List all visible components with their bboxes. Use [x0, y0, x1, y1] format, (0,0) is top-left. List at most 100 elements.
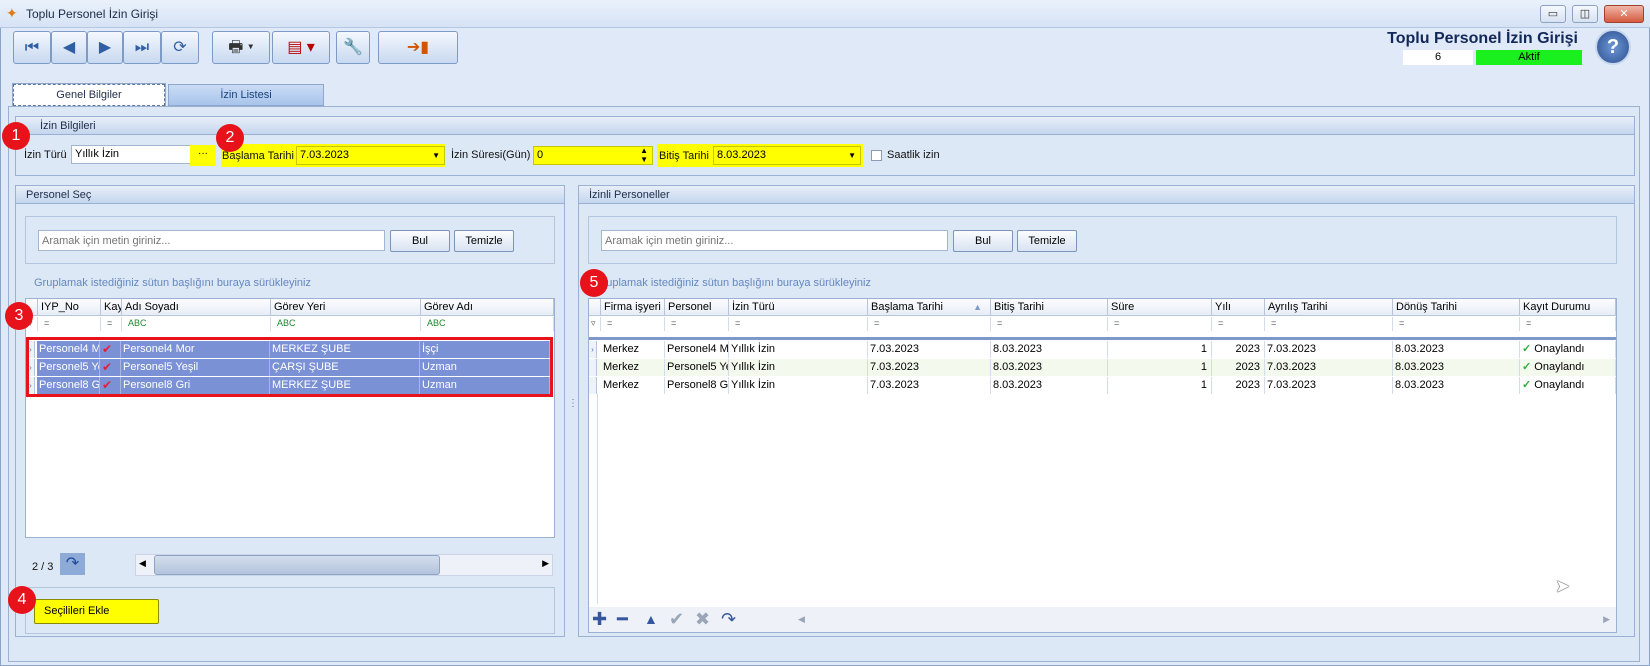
column-header[interactable]: Dönüş Tarihi: [1393, 299, 1520, 316]
print-button[interactable]: 🖶 ▾: [212, 31, 270, 64]
refresh-icon[interactable]: ↷: [721, 609, 736, 629]
close-button[interactable]: ✕: [1604, 5, 1644, 23]
firma-cell: Merkez: [601, 359, 665, 376]
right-search-input[interactable]: [601, 230, 948, 251]
saatlik-izin-checkbox[interactable]: [871, 150, 882, 161]
bitis-tarihi-value: 8.03.2023: [717, 149, 766, 161]
filter-icon[interactable]: ▿: [589, 317, 601, 331]
firma-cell: Merkez: [601, 341, 665, 358]
column-header[interactable]: Görev Adı: [421, 299, 554, 316]
tab-genel-bilgiler[interactable]: Genel Bilgiler: [12, 83, 166, 107]
left-temizle-button[interactable]: Temizle: [454, 230, 514, 252]
column-header[interactable]: Başlama Tarihi ▲: [868, 299, 991, 316]
annotation-badge-3: 3: [5, 302, 33, 330]
baslama-cell: 7.03.2023: [868, 359, 991, 376]
scroll-right-icon[interactable]: ▶: [542, 558, 549, 569]
izin-turu-cell: Yıllık İzin: [729, 377, 868, 394]
column-header[interactable]: Bitiş Tarihi: [991, 299, 1108, 316]
left-bul-button[interactable]: Bul: [390, 230, 450, 252]
first-record-button[interactable]: ⏮: [13, 31, 51, 64]
next-record-button[interactable]: ▶: [87, 31, 123, 64]
left-refresh-icon[interactable]: ↷: [60, 553, 85, 575]
filter-cell[interactable]: =: [1108, 317, 1212, 331]
filter-cell[interactable]: =: [38, 317, 101, 331]
left-group-hint: Gruplamak istediğiniz sütun başlığını bu…: [34, 277, 311, 289]
bitis-tarihi-field[interactable]: 8.03.2023 ▼: [713, 146, 861, 165]
right-horizontal-scrollbar[interactable]: ◀ ▶: [795, 609, 1613, 631]
table-row[interactable]: › Merkez Personel4 Mor Yıllık İzin 7.03.…: [589, 341, 1616, 358]
izin-turu-lookup-button[interactable]: ···: [190, 145, 216, 166]
filter-cell[interactable]: =: [101, 317, 122, 331]
chevron-down-icon: ▼: [432, 151, 440, 160]
right-temizle-button[interactable]: Temizle: [1017, 230, 1077, 252]
confirm-icon[interactable]: ✔: [669, 609, 684, 629]
column-header[interactable]: İzin Türü: [729, 299, 868, 316]
column-header[interactable]: [589, 299, 601, 316]
form-title: Toplu Personel İzin Girişi: [1387, 30, 1578, 47]
scroll-right-icon[interactable]: ▶: [1603, 614, 1610, 625]
donus-cell: 8.03.2023: [1393, 359, 1520, 376]
column-header[interactable]: Kay: [101, 299, 122, 316]
filter-cell[interactable]: ABC: [271, 317, 421, 331]
column-header[interactable]: Görev Yeri: [271, 299, 421, 316]
filter-cell[interactable]: =: [601, 317, 665, 331]
cancel-icon[interactable]: ✖: [695, 609, 710, 629]
pdf-save-button[interactable]: ▤ ▾: [272, 31, 330, 64]
izin-turu-field[interactable]: Yıllık İzin: [71, 145, 191, 164]
group-title: İzinli Personeller: [579, 186, 1634, 204]
izin-suresi-label: İzin Süresi(Gün): [451, 149, 531, 161]
remove-record-icon[interactable]: ━: [617, 609, 628, 629]
minimize-button[interactable]: ▭: [1540, 5, 1566, 23]
left-search-input[interactable]: [38, 230, 385, 251]
column-header[interactable]: Süre: [1108, 299, 1212, 316]
annotation-badge-2: 2: [216, 124, 244, 152]
column-header[interactable]: Firma işyeri: [601, 299, 665, 316]
restore-button[interactable]: ◫: [1572, 5, 1598, 23]
izin-suresi-stepper[interactable]: 0 ▲ ▼: [533, 146, 653, 165]
tab-izin-listesi[interactable]: İzin Listesi: [168, 84, 324, 106]
baslama-tarihi-field[interactable]: 7.03.2023 ▼: [296, 146, 445, 165]
exit-button[interactable]: ➔▮: [378, 31, 458, 64]
scroll-left-icon[interactable]: ◀: [139, 558, 146, 569]
refresh-button[interactable]: ⟳: [161, 31, 199, 64]
filter-cell[interactable]: =: [729, 317, 868, 331]
scroll-thumb[interactable]: [154, 555, 440, 575]
help-button[interactable]: ?: [1595, 29, 1631, 65]
status-text: Onaylandı: [1534, 361, 1585, 373]
left-grid-header: IYP_No Kay Adı Soyadı Görev Yeri Görev A…: [26, 299, 554, 316]
filter-cell[interactable]: =: [1265, 317, 1393, 331]
left-horizontal-scrollbar[interactable]: ◀ ▶: [135, 554, 553, 576]
table-row[interactable]: Merkez Personel8 Gri Yıllık İzin 7.03.20…: [589, 377, 1616, 394]
filter-cell[interactable]: =: [1212, 317, 1265, 331]
table-row[interactable]: Merkez Personel5 Yeşil Yıllık İzin 7.03.…: [589, 359, 1616, 376]
settings-button[interactable]: 🔧: [336, 31, 370, 64]
column-header[interactable]: Adı Soyadı: [122, 299, 271, 316]
left-grid: [25, 298, 555, 538]
column-header[interactable]: Kayıt Durumu: [1520, 299, 1616, 316]
filter-cell[interactable]: =: [1520, 317, 1616, 331]
filter-cell[interactable]: ABC: [421, 317, 554, 331]
right-bul-button[interactable]: Bul: [953, 230, 1013, 252]
scroll-left-icon[interactable]: ◀: [798, 614, 805, 625]
splitter-handle[interactable]: ⋮: [568, 399, 578, 430]
filter-cell[interactable]: =: [991, 317, 1108, 331]
column-header[interactable]: Yılı: [1212, 299, 1265, 316]
filter-cell[interactable]: =: [665, 317, 729, 331]
add-record-icon[interactable]: ✚: [592, 609, 607, 629]
move-up-icon[interactable]: ▲: [644, 609, 658, 629]
help-icon: ?: [1606, 36, 1620, 58]
column-header[interactable]: Personel: [665, 299, 729, 316]
prev-record-button[interactable]: ◀: [51, 31, 87, 64]
prev-record-icon: ◀: [62, 39, 76, 56]
column-header[interactable]: IYP_No: [38, 299, 101, 316]
yil-cell: 2023: [1212, 341, 1265, 358]
grid-empty-left-border: [597, 394, 598, 604]
column-header[interactable]: Ayrılış Tarihi: [1265, 299, 1393, 316]
last-record-button[interactable]: ⏭: [123, 31, 161, 64]
spin-icon: ▲ ▼: [640, 146, 648, 164]
baslama-tarihi-label: Başlama Tarihi: [222, 150, 294, 162]
filter-cell[interactable]: =: [868, 317, 991, 331]
filter-cell[interactable]: =: [1393, 317, 1520, 331]
secilileri-ekle-button[interactable]: Seçilileri Ekle: [34, 599, 159, 624]
filter-cell[interactable]: ABC: [122, 317, 271, 331]
